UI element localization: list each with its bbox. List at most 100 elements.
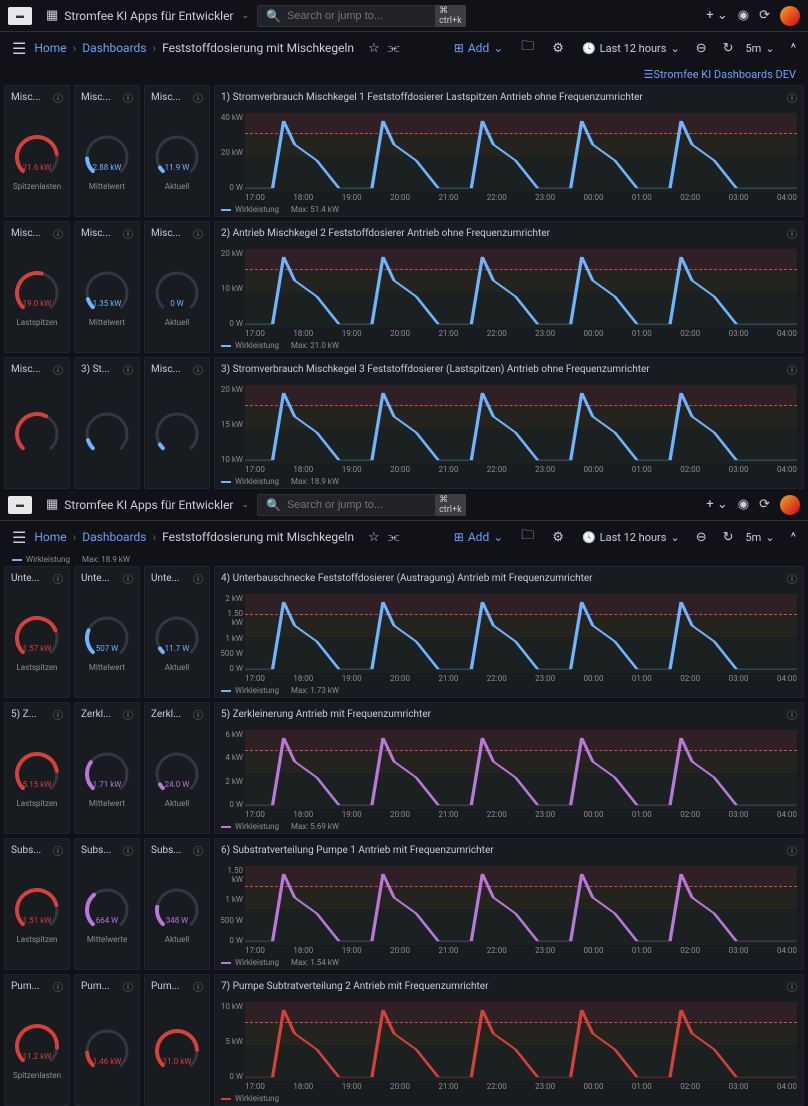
- chart-panel[interactable]: 3) Stromverbrauch Mischkegel 3 Feststoff…: [214, 357, 804, 489]
- refresh-icon[interactable]: ↻: [723, 530, 734, 545]
- info-icon[interactable]: ⓘ: [193, 571, 203, 586]
- crumb-dashboards[interactable]: Dashboards: [82, 530, 146, 544]
- refresh-interval[interactable]: 5m ⌄: [746, 531, 775, 544]
- chevron-down-icon[interactable]: ⌄: [242, 500, 250, 510]
- info-icon[interactable]: ⓘ: [53, 90, 63, 105]
- plus-icon[interactable]: + ⌄: [706, 497, 728, 512]
- chart-panel[interactable]: 4) Unterbauschnecke Feststoffdosierer (A…: [214, 566, 804, 698]
- info-icon[interactable]: ⓘ: [787, 90, 797, 105]
- gauge-panel[interactable]: Misc... ⓘ 2.88 kW Mittelwert: [74, 85, 140, 217]
- info-icon[interactable]: ⓘ: [787, 226, 797, 241]
- gauge-panel[interactable]: Misc... ⓘ 21.6 kW Spitzenlasten: [4, 85, 70, 217]
- chart-panel[interactable]: 7) Pumpe Subtratverteilung 2 Antrieb mit…: [214, 974, 804, 1106]
- chevron-down-icon[interactable]: ⌄: [242, 11, 250, 21]
- share-icon[interactable]: ⫘: [388, 530, 400, 545]
- info-icon[interactable]: ⓘ: [193, 843, 203, 858]
- hamburger-icon[interactable]: ☰: [12, 39, 26, 58]
- collapse-icon[interactable]: ^: [791, 41, 796, 56]
- crumb-dashboards[interactable]: Dashboards: [82, 41, 146, 55]
- info-icon[interactable]: ⓘ: [123, 843, 133, 858]
- add-button[interactable]: ⊞ Add ⌄: [454, 41, 504, 55]
- info-icon[interactable]: ⓘ: [53, 843, 63, 858]
- logo[interactable]: ▬: [8, 7, 32, 25]
- gauge-panel[interactable]: Misc... ⓘ 11.9 W Aktuell: [144, 85, 210, 217]
- nav-icon[interactable]: ▦: [46, 8, 58, 23]
- logo[interactable]: ▬: [8, 496, 32, 514]
- gauge-panel[interactable]: Unte... ⓘ 507 W Mittelwert: [74, 566, 140, 698]
- star-icon[interactable]: ☆: [368, 41, 380, 56]
- gauge-panel[interactable]: Pum... ⓘ 1.46 kW: [74, 974, 140, 1106]
- gauge-panel[interactable]: 5) Z... ⓘ 5.15 kW Lastspitzen: [4, 702, 70, 834]
- info-icon[interactable]: ⓘ: [123, 90, 133, 105]
- gauge-panel[interactable]: Unte... ⓘ 11.7 W Aktuell: [144, 566, 210, 698]
- crumb-home[interactable]: Home: [34, 41, 66, 55]
- search-input[interactable]: [287, 499, 429, 511]
- search-box[interactable]: 🔍 ⌘ ctrl+k: [257, 5, 457, 27]
- info-icon[interactable]: ⓘ: [787, 362, 797, 377]
- settings-icon[interactable]: ⚙: [552, 41, 564, 56]
- sub-header[interactable]: ☰ Stromfee KI Dashboards DEV: [0, 64, 808, 85]
- info-icon[interactable]: ⓘ: [193, 362, 203, 377]
- gauge-panel[interactable]: Unte... ⓘ 1.57 kW Lastspitzen: [4, 566, 70, 698]
- info-icon[interactable]: ⓘ: [53, 979, 63, 994]
- info-icon[interactable]: ⓘ: [787, 707, 797, 722]
- info-icon[interactable]: ⓘ: [123, 571, 133, 586]
- zoom-out-icon[interactable]: ⊖: [696, 530, 707, 545]
- gauge-panel[interactable]: Misc... ⓘ 19.0 kW Lastspitzen: [4, 221, 70, 353]
- gauge-panel[interactable]: Zerkl... ⓘ 1.71 kW Mittelwert: [74, 702, 140, 834]
- info-icon[interactable]: ⓘ: [53, 707, 63, 722]
- search-input[interactable]: [287, 10, 429, 22]
- info-icon[interactable]: ⓘ: [53, 571, 63, 586]
- time-range-button[interactable]: 🕓 Last 12 hours ⌄: [582, 42, 680, 55]
- app-title[interactable]: Stromfee KI Apps für Entwickler: [64, 498, 233, 512]
- gauge-panel[interactable]: Subs... ⓘ 348 W Aktuell: [144, 838, 210, 970]
- gauge-panel[interactable]: Subs... ⓘ 1.51 kW Lastspitzen: [4, 838, 70, 970]
- info-icon[interactable]: ⓘ: [193, 90, 203, 105]
- info-icon[interactable]: ⓘ: [123, 707, 133, 722]
- info-icon[interactable]: ⓘ: [787, 571, 797, 586]
- gauge-panel[interactable]: 3) St... ⓘ: [74, 357, 140, 489]
- feed-icon[interactable]: ⟳: [759, 497, 770, 512]
- info-icon[interactable]: ⓘ: [123, 362, 133, 377]
- help-icon[interactable]: ◉: [738, 497, 749, 512]
- gauge-panel[interactable]: Misc... ⓘ 0 W Aktuell: [144, 221, 210, 353]
- collapse-icon[interactable]: ^: [791, 530, 796, 545]
- chart-panel[interactable]: 6) Substratverteilung Pumpe 1 Antrieb mi…: [214, 838, 804, 970]
- chart-panel[interactable]: 2) Antrieb Mischkegel 2 Feststoffdosiere…: [214, 221, 804, 353]
- app-title[interactable]: Stromfee KI Apps für Entwickler: [64, 9, 233, 23]
- info-icon[interactable]: ⓘ: [123, 226, 133, 241]
- info-icon[interactable]: ⓘ: [193, 979, 203, 994]
- help-icon[interactable]: ◉: [738, 8, 749, 23]
- share-icon[interactable]: ⫘: [388, 41, 400, 56]
- info-icon[interactable]: ⓘ: [53, 226, 63, 241]
- gauge-panel[interactable]: Misc... ⓘ 1.35 kW Mittelwert: [74, 221, 140, 353]
- star-icon[interactable]: ☆: [368, 530, 380, 545]
- chart-panel[interactable]: 5) Zerkleinerung Antrieb mit Frequenzumr…: [214, 702, 804, 834]
- time-range-button[interactable]: 🕓 Last 12 hours ⌄: [582, 531, 680, 544]
- info-icon[interactable]: ⓘ: [193, 707, 203, 722]
- plus-icon[interactable]: + ⌄: [706, 8, 728, 23]
- info-icon[interactable]: ⓘ: [193, 226, 203, 241]
- gauge-panel[interactable]: Subs... ⓘ 664 W Mittelwerte: [74, 838, 140, 970]
- crumb-home[interactable]: Home: [34, 530, 66, 544]
- gauge-panel[interactable]: Pum... ⓘ 11.2 kW Spitzenlasten: [4, 974, 70, 1106]
- save-icon[interactable]: 🗀: [521, 526, 534, 548]
- gauge-panel[interactable]: Zerkl... ⓘ 24.0 W Aktuell: [144, 702, 210, 834]
- chart-panel[interactable]: 1) Stromverbrauch Mischkegel 1 Feststoff…: [214, 85, 804, 217]
- gauge-panel[interactable]: Misc... ⓘ: [4, 357, 70, 489]
- avatar[interactable]: [780, 6, 800, 26]
- avatar[interactable]: [780, 495, 800, 515]
- info-icon[interactable]: ⓘ: [787, 979, 797, 994]
- nav-icon[interactable]: ▦: [46, 497, 58, 512]
- settings-icon[interactable]: ⚙: [552, 530, 564, 545]
- info-icon[interactable]: ⓘ: [123, 979, 133, 994]
- search-box[interactable]: 🔍 ⌘ ctrl+k: [257, 494, 457, 516]
- save-icon[interactable]: 🗀: [521, 37, 534, 59]
- zoom-out-icon[interactable]: ⊖: [696, 41, 707, 56]
- refresh-icon[interactable]: ↻: [723, 41, 734, 56]
- add-button[interactable]: ⊞ Add ⌄: [454, 530, 504, 544]
- gauge-panel[interactable]: Misc... ⓘ: [144, 357, 210, 489]
- info-icon[interactable]: ⓘ: [53, 362, 63, 377]
- refresh-interval[interactable]: 5m ⌄: [746, 42, 775, 55]
- feed-icon[interactable]: ⟳: [759, 8, 770, 23]
